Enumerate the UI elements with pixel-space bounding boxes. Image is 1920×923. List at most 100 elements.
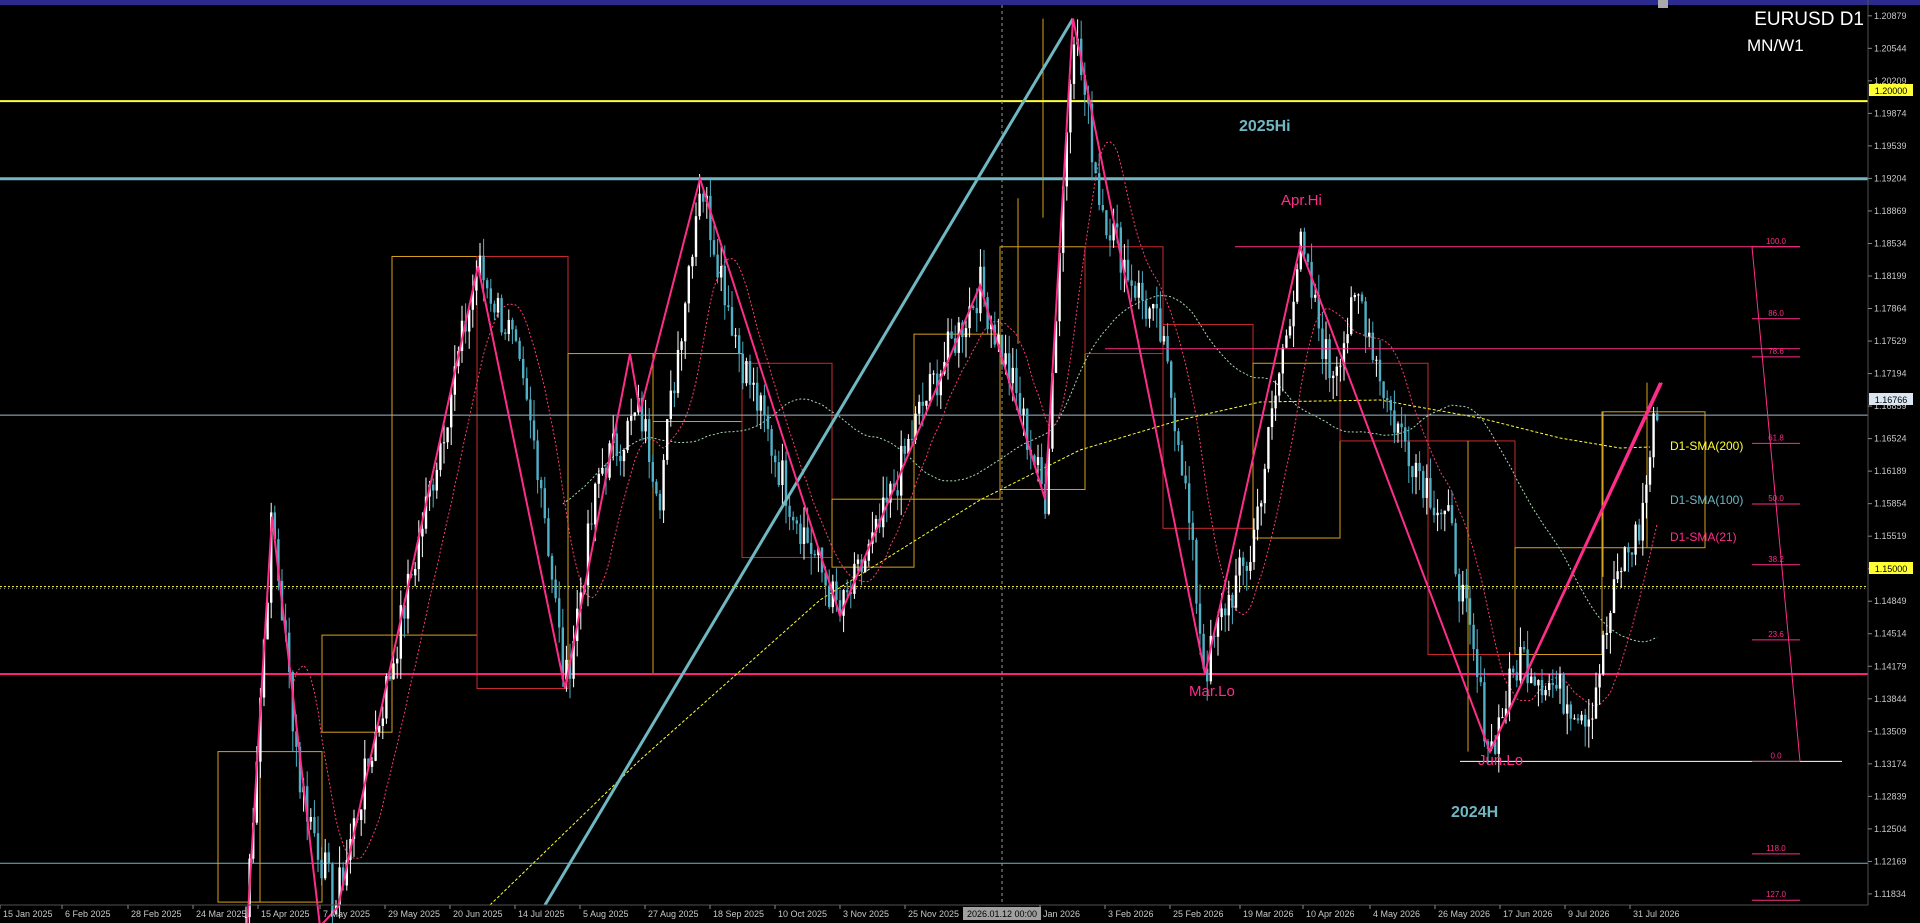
candle-body bbox=[1332, 375, 1335, 379]
candle-body bbox=[1623, 547, 1626, 572]
candle-body bbox=[759, 395, 762, 411]
y-tick-label: 1.12169 bbox=[1874, 856, 1907, 866]
symbol-title: EURUSD D1 bbox=[1754, 9, 1864, 30]
candle-body bbox=[1468, 598, 1472, 625]
crosshair-time-label: 2026.01.12 00:00 bbox=[967, 909, 1037, 919]
candle-body bbox=[1152, 304, 1155, 309]
candle-body bbox=[511, 319, 514, 330]
candle-body bbox=[540, 479, 543, 489]
candle-body bbox=[1360, 294, 1364, 302]
candle-body bbox=[432, 484, 435, 491]
candle-body bbox=[1130, 280, 1133, 286]
candle-body bbox=[738, 335, 741, 354]
candle-body bbox=[1537, 680, 1540, 686]
candle-body bbox=[673, 390, 676, 394]
candle-body bbox=[514, 329, 518, 341]
candle-body bbox=[1184, 475, 1187, 484]
candle-body bbox=[1602, 634, 1605, 675]
candle-body bbox=[378, 726, 381, 732]
candle-body bbox=[500, 298, 503, 333]
candle-body bbox=[1652, 413, 1655, 458]
label-2024h: 2024H bbox=[1451, 804, 1498, 821]
candle-body bbox=[1576, 718, 1580, 721]
candle-body bbox=[748, 361, 752, 385]
candle-body bbox=[802, 527, 806, 544]
candle-body bbox=[493, 303, 496, 313]
y-tick-label: 1.13844 bbox=[1874, 694, 1907, 704]
candle-body bbox=[1422, 471, 1425, 498]
candle-body bbox=[1594, 687, 1598, 719]
candle-body bbox=[1587, 719, 1590, 727]
candle-body bbox=[1198, 603, 1202, 634]
scroll-handle[interactable] bbox=[1658, 0, 1668, 8]
candle-body bbox=[1368, 332, 1371, 337]
candle-body bbox=[651, 462, 654, 482]
candle-body bbox=[324, 852, 327, 879]
candle-body bbox=[795, 520, 798, 524]
chart-canvas[interactable]: 100.0 86.0 78.6 61.8 50.0 38.2 23.6 0.0 118.0 127… bbox=[0, 0, 1920, 923]
candle-body bbox=[1627, 547, 1630, 553]
y-tick-label: 1.19204 bbox=[1874, 173, 1907, 183]
candle-body bbox=[655, 481, 658, 494]
candle-body bbox=[1411, 466, 1414, 478]
candle-body bbox=[975, 307, 978, 314]
candle-body bbox=[489, 288, 492, 304]
candle-body bbox=[1465, 584, 1468, 599]
y-tick-label: 1.18199 bbox=[1874, 271, 1907, 281]
candle-body bbox=[496, 298, 500, 313]
candle-body bbox=[1476, 649, 1479, 678]
candle-body bbox=[1004, 353, 1007, 365]
x-tick-label: 10 Oct 2025 bbox=[778, 909, 827, 919]
candle-body bbox=[1116, 223, 1119, 228]
price-tag-current: 1.16766 bbox=[1875, 395, 1908, 405]
candle-body bbox=[1440, 512, 1443, 515]
candle-body bbox=[435, 469, 438, 491]
label-mar-lo: Mar.Lo bbox=[1189, 683, 1235, 700]
candle-body bbox=[799, 523, 802, 544]
candle-body bbox=[730, 307, 734, 336]
x-tick-label: 29 May 2025 bbox=[388, 909, 440, 919]
candle-body bbox=[1191, 522, 1194, 540]
legend-sma100: D1-SMA(100) bbox=[1670, 493, 1743, 507]
fib-level-label: 100.0 bbox=[1766, 237, 1787, 246]
candle-body bbox=[439, 443, 442, 470]
y-tick-label: 1.14849 bbox=[1874, 596, 1907, 606]
candle-body bbox=[1126, 259, 1130, 281]
candle-body bbox=[741, 353, 744, 384]
candle-body bbox=[633, 412, 636, 416]
candle-body bbox=[529, 399, 532, 421]
candle-body bbox=[554, 579, 557, 599]
candle-body bbox=[1180, 445, 1184, 476]
candle-body bbox=[1656, 413, 1659, 421]
candle-body bbox=[896, 490, 899, 496]
price-tag-1.15: 1.15000 bbox=[1875, 564, 1908, 574]
price-chart[interactable]: 100.0 86.0 78.6 61.8 50.0 38.2 23.6 0.0 118.0 127… bbox=[0, 0, 1920, 923]
legend-sma200: D1-SMA(200) bbox=[1670, 439, 1743, 453]
y-tick-label: 1.13509 bbox=[1874, 726, 1907, 736]
candle-body bbox=[1274, 395, 1277, 409]
candle-body bbox=[525, 378, 528, 400]
candle-body bbox=[1620, 571, 1623, 573]
y-tick-label: 1.12839 bbox=[1874, 791, 1907, 801]
x-tick-label: 26 May 2026 bbox=[1438, 909, 1490, 919]
x-tick-label: 5 Aug 2025 bbox=[583, 909, 629, 919]
candle-body bbox=[1353, 295, 1356, 298]
candle-body bbox=[1260, 503, 1263, 507]
candle-body bbox=[964, 328, 968, 338]
candle-body bbox=[1141, 282, 1144, 301]
candle-body bbox=[1645, 484, 1648, 503]
y-tick-label: 1.11834 bbox=[1874, 889, 1906, 899]
candle-body bbox=[392, 663, 395, 680]
candle-body bbox=[396, 658, 399, 664]
candle-body bbox=[1558, 673, 1562, 689]
candle-body bbox=[1278, 373, 1281, 396]
candle-body bbox=[666, 419, 669, 460]
candle-body bbox=[446, 427, 449, 443]
candle-body bbox=[615, 433, 618, 456]
candle-body bbox=[1584, 714, 1587, 727]
candle-body bbox=[1508, 668, 1511, 709]
candle-body bbox=[1479, 677, 1482, 683]
x-tick-label: 28 Feb 2025 bbox=[131, 909, 182, 919]
candle-body bbox=[1591, 718, 1594, 720]
candle-body bbox=[1245, 565, 1248, 571]
